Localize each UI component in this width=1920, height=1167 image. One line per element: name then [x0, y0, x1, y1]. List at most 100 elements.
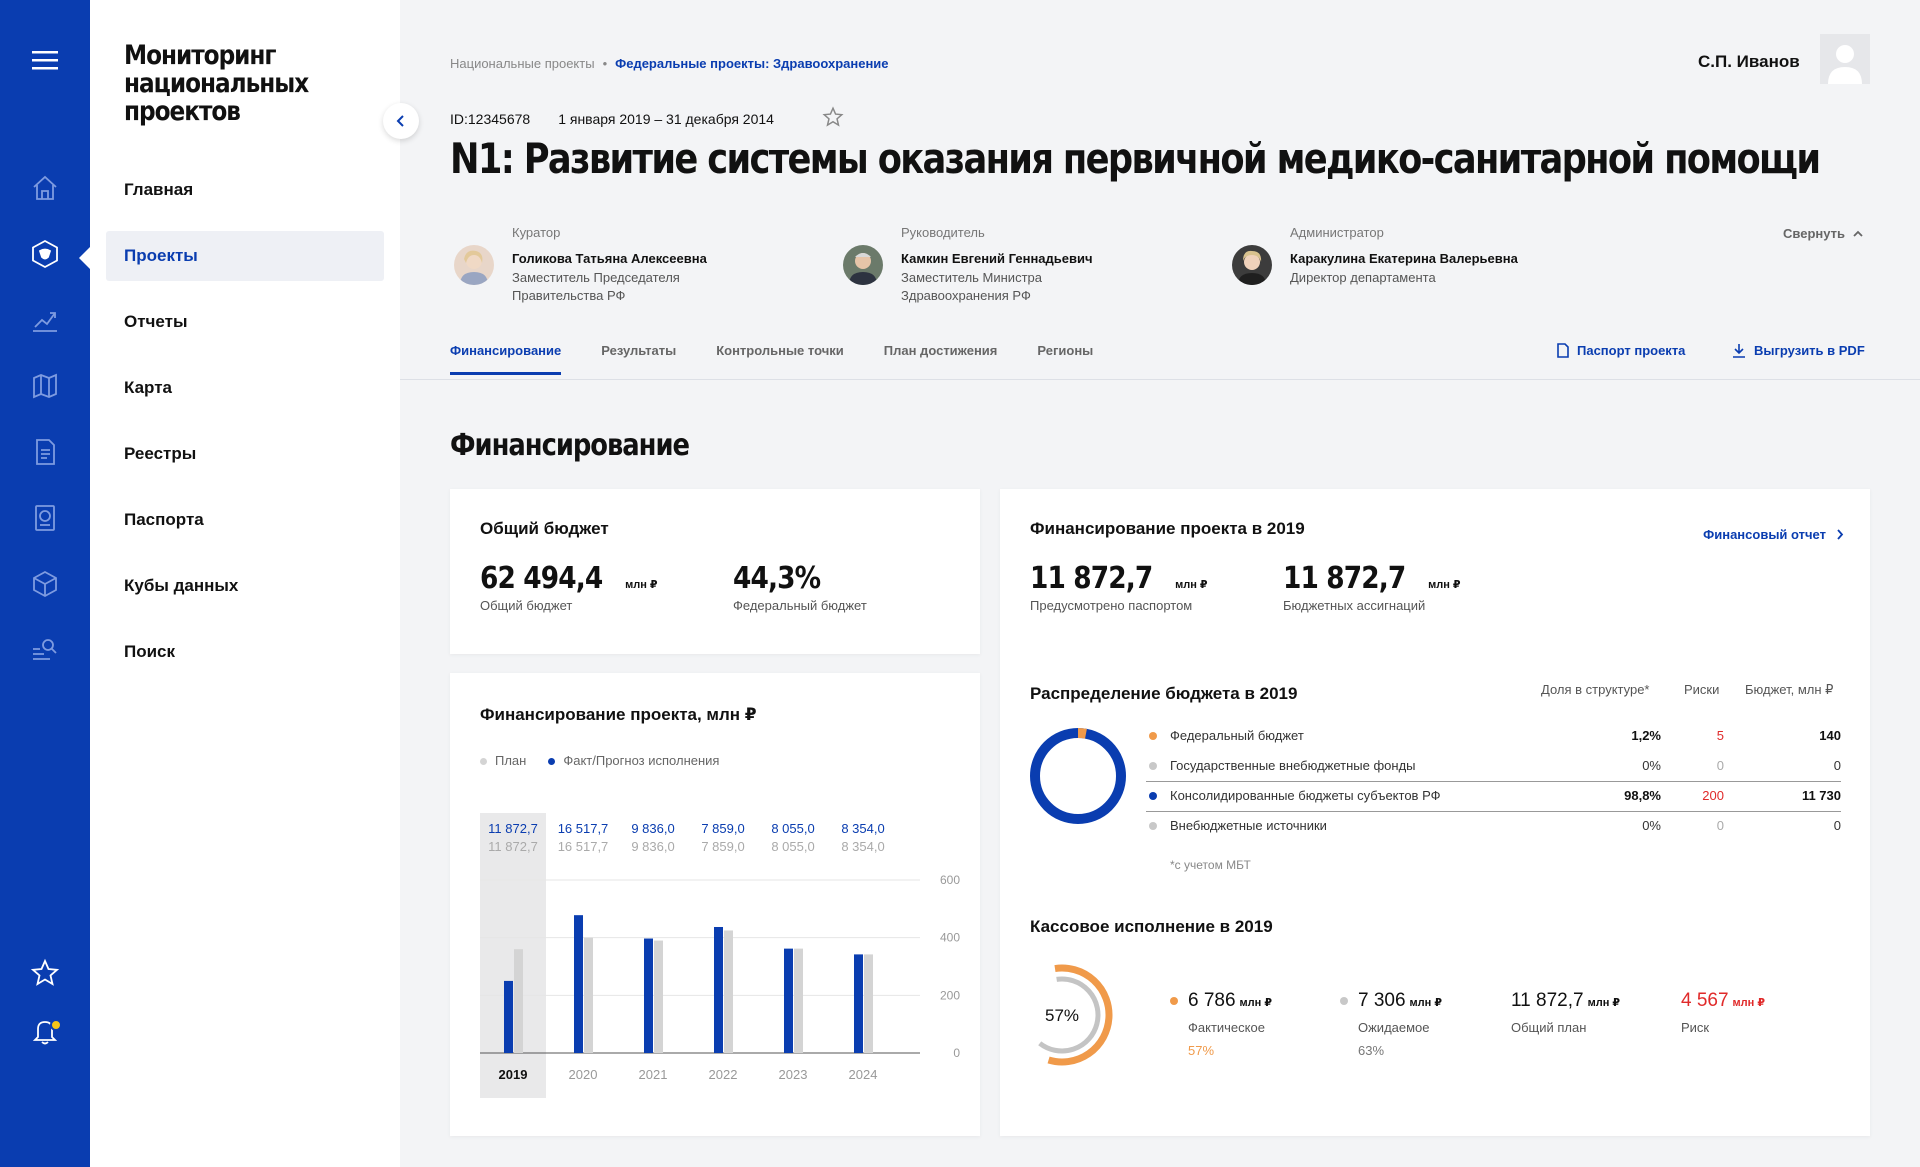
column-share: Доля в структуре* — [1541, 682, 1650, 697]
star-icon[interactable] — [25, 953, 65, 993]
bell-icon[interactable] — [25, 1011, 65, 1051]
menu-item-reports[interactable]: Отчеты — [106, 297, 384, 347]
menu-item-search[interactable]: Поиск — [106, 627, 384, 677]
passport-funding-unit: млн ₽ — [1175, 579, 1208, 591]
legend-plan: План — [480, 753, 526, 768]
cube-icon[interactable] — [25, 564, 65, 604]
federal-budget-metric: 44,3% Федеральный бюджет — [733, 561, 867, 613]
y-tick-label: 600 — [940, 873, 960, 887]
row-risk: 5 — [1716, 728, 1724, 743]
head-name[interactable]: Камкин Евгений Геннадьевич — [901, 251, 1093, 266]
tab-financing[interactable]: Финансирование — [450, 343, 562, 375]
user-name[interactable]: С.П. Иванов — [1698, 52, 1800, 72]
chart-icon[interactable] — [25, 300, 65, 340]
app-title: Мониторинг национальных проектов — [124, 40, 309, 127]
cash-execution-title: Кассовое исполнение в 2019 — [1030, 917, 1273, 936]
passport-funding-label: Предусмотрено паспортом — [1030, 598, 1193, 613]
row-share: 98,8% — [1624, 788, 1661, 803]
emblem-icon[interactable] — [25, 234, 65, 274]
tab-results[interactable]: Результаты — [601, 343, 676, 375]
fact-bar — [574, 915, 583, 1053]
row-share: 0% — [1642, 758, 1661, 773]
project-id: ID:12345678 — [450, 111, 531, 127]
plan-bar — [654, 940, 663, 1053]
document-icon[interactable] — [25, 432, 65, 472]
row-share: 1,2% — [1631, 728, 1661, 743]
passport-icon[interactable] — [25, 498, 65, 538]
collapse-menu-button[interactable] — [383, 103, 419, 139]
distribution-footnote: *с учетом МБТ — [1170, 858, 1251, 872]
passport-funding-metric: 11 872,7 млн ₽ Предусмотрено паспортом — [1030, 561, 1208, 613]
chevron-right-icon — [1837, 529, 1844, 540]
menu-item-passports[interactable]: Паспорта — [106, 495, 384, 545]
cash-total-plan: 11 872,7 млн ₽ Общий план — [1511, 990, 1620, 1035]
column-budget: Бюджет, млн ₽ — [1745, 682, 1834, 697]
collapse-people-button[interactable]: Свернуть — [1783, 226, 1863, 241]
export-pdf-link[interactable]: Выгрузить в PDF — [1732, 343, 1865, 358]
series-dot — [1149, 762, 1157, 770]
expected-value: 7 306 — [1358, 990, 1406, 1011]
distribution-row[interactable]: Внебюджетные источники 0% 0 0 — [1146, 812, 1841, 842]
plan-value-label: 16 517,7 — [558, 839, 609, 854]
distribution-row[interactable]: Федеральный бюджет 1,2% 5 140 — [1146, 722, 1841, 752]
tab-checkpoints[interactable]: Контрольные точки — [716, 343, 844, 375]
financing-chart-title: Финансирование проекта, млн ₽ — [480, 705, 757, 724]
series-dot — [1149, 822, 1157, 830]
menu-item-projects[interactable]: Проекты — [106, 231, 384, 281]
y-tick-label: 400 — [940, 931, 960, 945]
federal-budget-label: Федеральный бюджет — [733, 598, 867, 613]
plan-value-label: 8 055,0 — [771, 839, 814, 854]
curator-name[interactable]: Голикова Татьяна Алексеевна — [512, 251, 707, 266]
breadcrumb-item[interactable]: Национальные проекты — [450, 56, 595, 71]
side-menu: Мониторинг национальных проектов Главная… — [90, 0, 400, 1167]
breadcrumb-current[interactable]: Федеральные проекты: Здравоохранение — [615, 56, 888, 71]
passport-link[interactable]: Паспорт проекта — [1557, 343, 1685, 358]
financial-report-link[interactable]: Финансовый отчет — [1703, 527, 1844, 542]
distribution-title: Распределение бюджета в 2019 — [1030, 684, 1298, 703]
avatar[interactable] — [1820, 34, 1870, 84]
project-header: Национальные проекты • Федеральные проек… — [400, 0, 1920, 380]
plan-bar — [724, 930, 733, 1053]
menu-item-home[interactable]: Главная — [106, 165, 384, 215]
plan-value-label: 9 836,0 — [631, 839, 674, 854]
cash-risk: 4 567 млн ₽ Риск — [1681, 990, 1765, 1035]
total-budget-title: Общий бюджет — [480, 519, 609, 538]
distribution-row[interactable]: Государственные внебюджетные фонды 0% 0 … — [1146, 752, 1841, 782]
row-budget: 0 — [1833, 818, 1841, 833]
distribution-row[interactable]: Консолидированные бюджеты субъектов РФ 9… — [1146, 782, 1841, 812]
menu-icon[interactable] — [25, 40, 65, 80]
export-pdf-label: Выгрузить в PDF — [1754, 343, 1865, 358]
tab-achievement-plan[interactable]: План достижения — [884, 343, 998, 375]
row-name: Консолидированные бюджеты субъектов РФ — [1170, 788, 1441, 803]
series-dot — [1149, 732, 1157, 740]
tab-regions[interactable]: Регионы — [1037, 343, 1093, 375]
risk-value: 4 567 — [1681, 990, 1729, 1011]
fact-value-label: 7 859,0 — [701, 821, 744, 836]
y-tick-label: 0 — [953, 1046, 960, 1060]
breadcrumb: Национальные проекты • Федеральные проек… — [450, 56, 889, 71]
search-list-icon[interactable] — [25, 630, 65, 670]
menu-item-registries[interactable]: Реестры — [106, 429, 384, 479]
fact-value-label: 9 836,0 — [631, 821, 674, 836]
total-plan-unit: млн ₽ — [1587, 997, 1621, 1009]
download-icon — [1733, 344, 1745, 358]
fact-label: Фактическое — [1188, 1020, 1265, 1035]
icon-rail — [0, 0, 91, 1167]
fact-value: 6 786 — [1188, 990, 1236, 1011]
fact-unit: млн ₽ — [1239, 997, 1273, 1009]
cash-expected: 7 306 млн ₽ Ожидаемое 63% — [1340, 990, 1442, 1058]
administrator-name[interactable]: Каракулина Екатерина Валерьевна — [1290, 251, 1518, 266]
distribution-donut — [1030, 728, 1126, 824]
map-icon[interactable] — [25, 366, 65, 406]
gauge-label: 57% — [1045, 1006, 1079, 1025]
series-dot — [1149, 792, 1157, 800]
favorite-star-icon[interactable] — [822, 106, 844, 133]
fact-bar — [644, 938, 653, 1053]
menu-item-data-cubes[interactable]: Кубы данных — [106, 561, 384, 611]
home-icon[interactable] — [25, 168, 65, 208]
fact-bar — [854, 954, 863, 1053]
legend-fact: Факт/Прогноз исполнения — [548, 753, 719, 768]
row-budget: 0 — [1833, 758, 1841, 773]
x-tick-label: 2023 — [779, 1067, 808, 1082]
menu-item-map[interactable]: Карта — [106, 363, 384, 413]
